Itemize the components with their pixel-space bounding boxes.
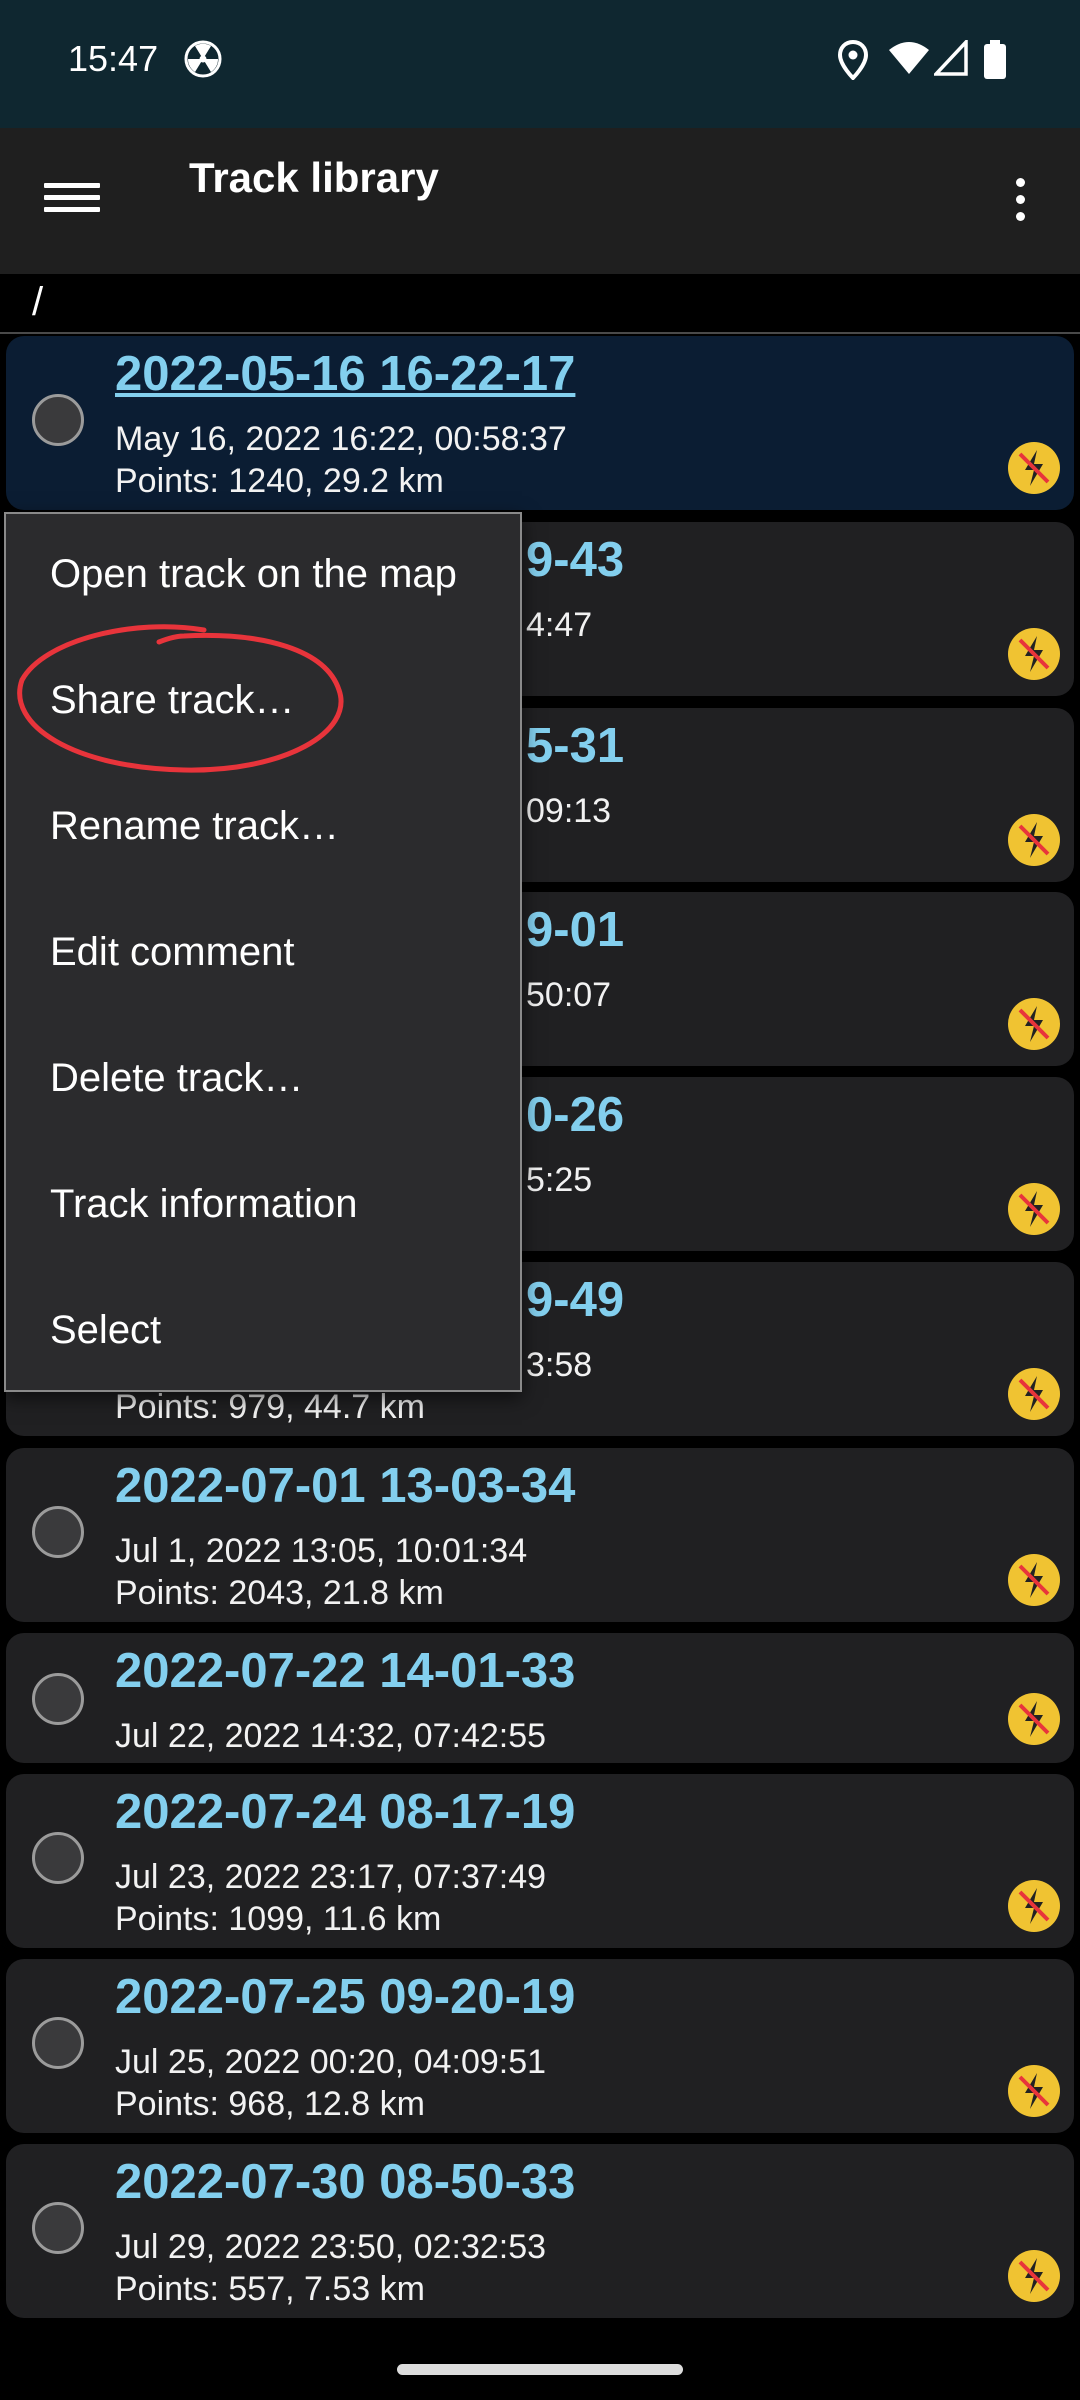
track-name[interactable]: 9-49 (526, 1272, 624, 1328)
menu-item-edit-comment[interactable]: Edit comment (6, 892, 520, 1018)
select-radio[interactable] (32, 1832, 84, 1884)
menu-item-select[interactable]: Select (6, 1270, 520, 1396)
track-stats: Points: 1240, 29.2 km (115, 462, 444, 500)
track-info: Jul 29, 2022 23:50, 02:32:53 (115, 2228, 547, 2266)
location-icon (837, 40, 869, 80)
menu-item-delete-track[interactable]: Delete track… (6, 1018, 520, 1144)
track-name[interactable]: 2022-07-30 08-50-33 (115, 2154, 575, 2210)
menu-item-rename-track[interactable]: Rename track… (6, 766, 520, 892)
track-info: 5:25 (526, 1161, 593, 1199)
track-row[interactable]: 2022-07-22 14-01-33 Jul 22, 2022 14:32, … (6, 1633, 1074, 1763)
track-stats: Points: 1099, 11.6 km (115, 1900, 442, 1938)
track-name[interactable]: 2022-07-25 09-20-19 (115, 1969, 575, 2025)
no-power-status-icon (1008, 2065, 1060, 2117)
select-radio[interactable] (32, 2202, 84, 2254)
no-power-status-icon (1008, 1880, 1060, 1932)
track-name[interactable]: 9-43 (526, 532, 624, 588)
track-info: 4:47 (526, 606, 593, 644)
annotation-circle (17, 624, 344, 773)
app-bar: Track library (0, 128, 1080, 274)
track-stats: Points: 2043, 21.8 km (115, 1574, 444, 1612)
track-info: May 16, 2022 16:22, 00:58:37 (115, 420, 567, 458)
select-radio[interactable] (32, 1506, 84, 1558)
track-row[interactable]: 2022-07-01 13-03-34 Jul 1, 2022 13:05, 1… (6, 1448, 1074, 1622)
wifi-icon (889, 42, 929, 74)
no-power-status-icon (1008, 998, 1060, 1050)
track-name[interactable]: 2022-07-01 13-03-34 (115, 1458, 575, 1514)
track-row[interactable]: 2022-07-25 09-20-19 Jul 25, 2022 00:20, … (6, 1959, 1074, 2133)
battery-icon (984, 40, 1006, 79)
select-radio[interactable] (32, 1673, 84, 1725)
track-stats: Points: 557, 7.53 km (115, 2270, 425, 2308)
status-time: 15:47 (68, 38, 159, 79)
track-name[interactable]: 2022-07-22 14-01-33 (115, 1643, 575, 1699)
track-stats: Points: 968, 12.8 km (115, 2085, 425, 2123)
track-row[interactable]: 2022-05-16 16-22-17 May 16, 2022 16:22, … (6, 336, 1074, 510)
track-info: Jul 25, 2022 00:20, 04:09:51 (115, 2043, 547, 2081)
no-power-status-icon (1008, 628, 1060, 680)
path-text: / (32, 280, 44, 324)
no-power-status-icon (1008, 442, 1060, 494)
track-name[interactable]: 5-31 (526, 718, 624, 774)
no-power-status-icon (1008, 1554, 1060, 1606)
track-name[interactable]: 0-26 (526, 1087, 624, 1143)
track-row[interactable]: 2022-07-30 08-50-33 Jul 29, 2022 23:50, … (6, 2144, 1074, 2318)
track-info: Jul 22, 2022 14:32, 07:42:55 (115, 1717, 547, 1755)
track-info: 50:07 (526, 976, 612, 1014)
track-name[interactable]: 2022-05-16 16-22-17 (115, 346, 575, 402)
track-info: Jul 1, 2022 13:05, 10:01:34 (115, 1532, 528, 1570)
track-row[interactable]: 2022-07-24 08-17-19 Jul 23, 2022 23:17, … (6, 1774, 1074, 1948)
no-power-status-icon (1008, 1183, 1060, 1235)
radiation-icon (184, 40, 222, 78)
home-gesture-handle[interactable] (397, 2364, 683, 2375)
track-name[interactable]: 2022-07-24 08-17-19 (115, 1784, 575, 1840)
more-vert-icon[interactable] (1005, 178, 1035, 236)
select-radio[interactable] (32, 2017, 84, 2069)
no-power-status-icon (1008, 1368, 1060, 1420)
track-info: 09:13 (526, 792, 612, 830)
hamburger-menu-icon[interactable] (44, 176, 100, 232)
no-power-status-icon (1008, 814, 1060, 866)
menu-item-track-information[interactable]: Track information (6, 1144, 520, 1270)
no-power-status-icon (1008, 2250, 1060, 2302)
status-bar: 15:47 (0, 0, 1080, 128)
track-info: 3:58 (526, 1346, 593, 1384)
no-power-status-icon (1008, 1693, 1060, 1745)
signal-icon (934, 40, 968, 76)
breadcrumb[interactable]: / (0, 274, 1080, 334)
track-name[interactable]: 9-01 (526, 902, 624, 958)
select-radio[interactable] (32, 394, 84, 446)
page-title: Track library (189, 154, 439, 201)
track-info: Jul 23, 2022 23:17, 07:37:49 (115, 1858, 547, 1896)
